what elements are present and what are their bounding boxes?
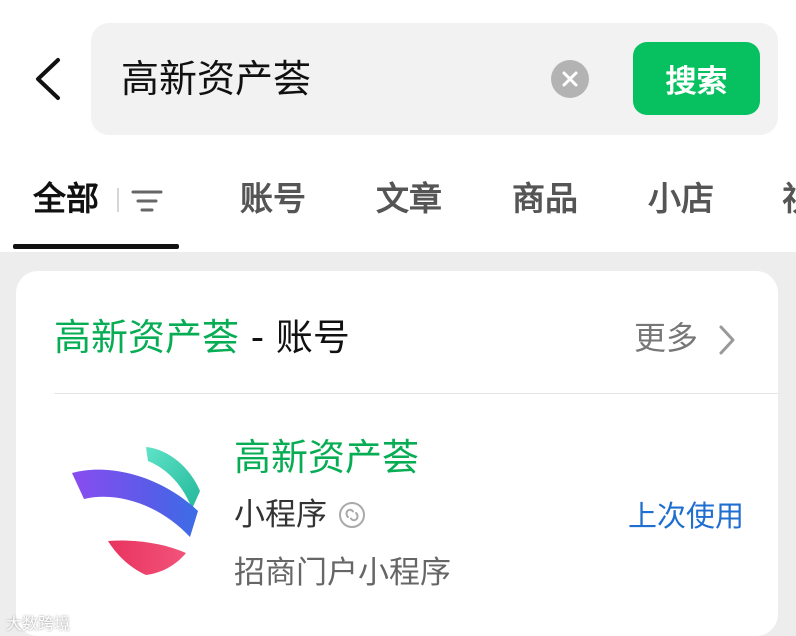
- more-link[interactable]: 更多: [634, 315, 698, 361]
- back-arrow-icon: [36, 58, 60, 100]
- filter-button[interactable]: [130, 186, 164, 220]
- tab-store[interactable]: 小店: [648, 176, 714, 222]
- tab-bar: 全部 账号 文章 商品 小店 视: [0, 150, 796, 250]
- result-type: 小程序: [234, 497, 327, 533]
- tab-video[interactable]: 视: [782, 176, 796, 222]
- chevron-right-icon: [719, 325, 735, 355]
- search-button[interactable]: 搜索: [633, 42, 760, 115]
- tab-all[interactable]: 全部: [33, 176, 99, 222]
- tab-article[interactable]: 文章: [376, 176, 442, 222]
- app-logo: [72, 447, 200, 575]
- result-description: 招商门户小程序: [234, 555, 451, 591]
- tab-divider: [117, 188, 119, 212]
- section-title: 高新资产荟 - 账号: [54, 313, 350, 363]
- search-input[interactable]: 高新资产荟: [121, 53, 311, 105]
- link-icon: [339, 502, 365, 528]
- result-name: 高新资产荟: [234, 436, 419, 479]
- section-divider: [54, 393, 778, 394]
- active-tab-indicator: [13, 244, 179, 249]
- filter-icon: [131, 190, 163, 212]
- section-separator: -: [239, 316, 276, 359]
- clear-icon: [562, 71, 578, 87]
- section-keyword: 高新资产荟: [54, 316, 239, 359]
- search-box: 高新资产荟 搜索: [91, 23, 778, 135]
- recent-used-label: 上次使用: [628, 499, 745, 533]
- tab-account[interactable]: 账号: [240, 176, 306, 222]
- top-bar: 高新资产荟 搜索 全部 账号 文章 商品 小店 视: [0, 0, 796, 252]
- tab-product[interactable]: 商品: [512, 176, 578, 222]
- watermark: 大数跨境: [6, 614, 71, 633]
- back-button[interactable]: [26, 52, 72, 106]
- section-category: 账号: [275, 316, 350, 359]
- result-card: 高新资产荟 - 账号 更多 高新资产荟 小程序 招商门户小程序 上次使用: [16, 271, 778, 636]
- clear-button[interactable]: [551, 60, 589, 98]
